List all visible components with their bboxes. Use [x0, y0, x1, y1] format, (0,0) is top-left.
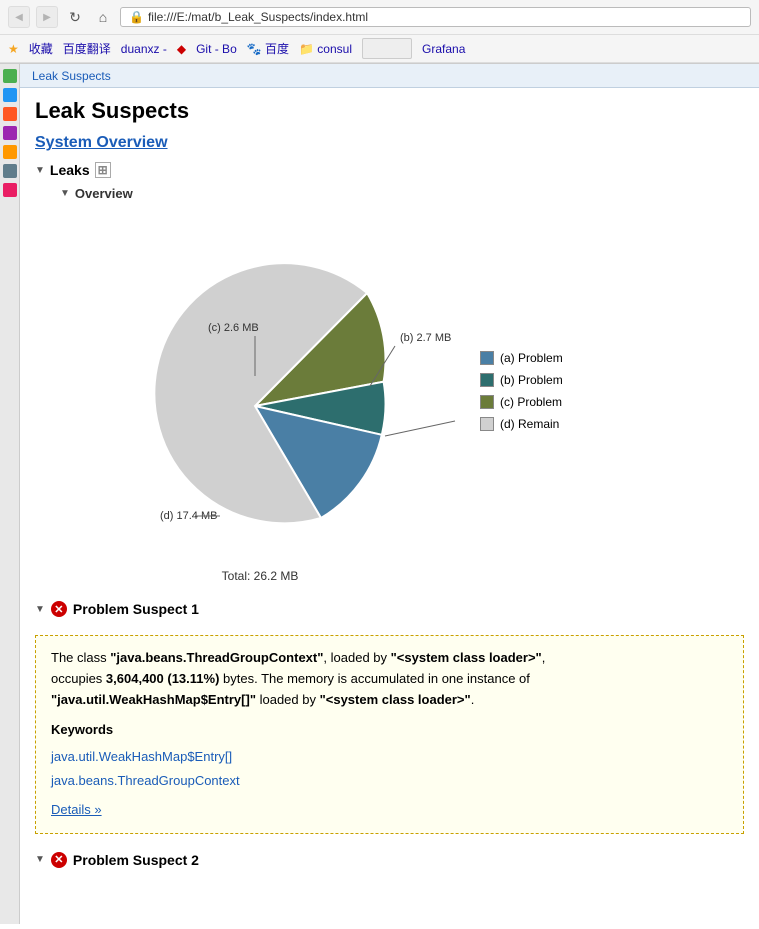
- leaks-icon: ⊞: [95, 162, 111, 178]
- legend-label-b: (b) Problem: [500, 373, 563, 387]
- bookmark-favorites[interactable]: 收藏: [29, 40, 53, 57]
- problem1-warning-box: The class "java.beans.ThreadGroupContext…: [35, 635, 744, 834]
- browser-toolbar: ◀ ▶ ↻ ⌂ 🔒 file:///E:/mat/b_Leak_Suspects…: [0, 0, 759, 35]
- bookmark-consul[interactable]: 📁 consul: [299, 42, 352, 56]
- overview-label: Overview: [75, 186, 133, 201]
- problem1-pre: The class: [51, 650, 110, 665]
- problem1-loaded-pre: , loaded by: [323, 650, 390, 665]
- bookmark-git[interactable]: ◆: [177, 42, 186, 56]
- pie-chart-wrapper: (c) 2.6 MB (b) 2.7 MB (a) 3.4 MB: [60, 221, 460, 561]
- legend-label-c: (c) Problem: [500, 395, 562, 409]
- sidebar-icon-3: [3, 107, 17, 121]
- problem2-error-icon: ✕: [51, 852, 67, 868]
- overview-header[interactable]: ▼ Overview: [60, 186, 729, 201]
- leaks-section: ▼ Leaks ⊞ ▼ Overview: [20, 157, 759, 586]
- legend-color-a: [480, 351, 494, 365]
- bookmark-translate[interactable]: 百度翻译: [63, 40, 111, 57]
- problem1-loader2: "<system class loader>": [320, 692, 471, 707]
- overview-section: ▼ Overview: [35, 186, 744, 581]
- legend-item-d: (d) Remain: [480, 417, 563, 431]
- address-bar[interactable]: 🔒 file:///E:/mat/b_Leak_Suspects/index.h…: [120, 7, 751, 27]
- pie-chart-svg: (c) 2.6 MB (b) 2.7 MB (a) 3.4 MB: [60, 221, 460, 561]
- problem1-keywords-section: Keywords java.util.WeakHashMap$Entry[] j…: [51, 720, 728, 792]
- home-button[interactable]: ⌂: [92, 6, 114, 28]
- bookmark-star-icon: ★: [8, 42, 19, 56]
- bookmark-duanxz[interactable]: duanxz -: [121, 42, 167, 56]
- page-header: Leak Suspects System Overview: [20, 88, 759, 157]
- keyword-weakhashmapentry[interactable]: java.util.WeakHashMap$Entry[]: [51, 745, 728, 768]
- page-title: Leak Suspects: [35, 98, 744, 124]
- problem1-occupies-pre: occupies: [51, 671, 106, 686]
- bookmarks-bar: ★ 收藏 百度翻译 duanxz - ◆ Git - Bo 🐾 百度 📁 con…: [0, 35, 759, 63]
- bookmark-grafana[interactable]: Grafana: [422, 42, 465, 56]
- legend-label-a: (a) Problem: [500, 351, 563, 365]
- problem-suspect-1-section: ▼ ✕ Problem Suspect 1: [20, 591, 759, 627]
- legend-item-b: (b) Problem: [480, 373, 563, 387]
- problem1-comma: ,: [542, 650, 546, 665]
- problem1-loaded2: loaded by: [256, 692, 320, 707]
- bookmark-empty[interactable]: [362, 38, 412, 59]
- keywords-title: Keywords: [51, 720, 728, 741]
- legend-color-b: [480, 373, 494, 387]
- problem2-collapse-arrow: ▼: [35, 854, 45, 865]
- problem-suspect-1-header[interactable]: ▼ ✕ Problem Suspect 1: [35, 596, 744, 622]
- main-content: Leak Suspects Leak Suspects System Overv…: [20, 64, 759, 924]
- chart-container: (c) 2.6 MB (b) 2.7 MB (a) 3.4 MB: [60, 211, 729, 571]
- problem-suspect-2-header[interactable]: ▼ ✕ Problem Suspect 2: [35, 847, 744, 873]
- back-button[interactable]: ◀: [8, 6, 30, 28]
- bookmark-baidu[interactable]: 🐾 百度: [247, 40, 289, 57]
- browser-chrome: ◀ ▶ ↻ ⌂ 🔒 file:///E:/mat/b_Leak_Suspects…: [0, 0, 759, 64]
- sidebar-icon-1: [3, 69, 17, 83]
- page-layout: Leak Suspects Leak Suspects System Overv…: [0, 64, 759, 924]
- sidebar-icon-4: [3, 126, 17, 140]
- bookmark-git-label[interactable]: Git - Bo: [196, 42, 237, 56]
- sidebar-icon-5: [3, 145, 17, 159]
- problem1-label: Problem Suspect 1: [73, 601, 199, 617]
- sidebar-icon-6: [3, 164, 17, 178]
- left-sidebar: [0, 64, 20, 924]
- problem1-collapse-arrow: ▼: [35, 604, 45, 615]
- leaks-label: Leaks: [50, 162, 90, 178]
- shield-icon: 🔒: [129, 10, 144, 24]
- chart-legend: (a) Problem (b) Problem (c) Problem: [480, 351, 563, 431]
- problem2-label: Problem Suspect 2: [73, 852, 199, 868]
- legend-item-c: (c) Problem: [480, 395, 563, 409]
- system-overview-link[interactable]: System Overview: [35, 134, 168, 151]
- problem1-error-icon: ✕: [51, 601, 67, 617]
- refresh-button[interactable]: ↻: [64, 6, 86, 28]
- sidebar-icon-7: [3, 183, 17, 197]
- chart-total: Total: 26.2 MB: [60, 569, 460, 583]
- sidebar-icon-2: [3, 88, 17, 102]
- problem1-instance: "java.util.WeakHashMap$Entry[]": [51, 692, 256, 707]
- label-b: (b) 2.7 MB: [400, 332, 451, 344]
- leaks-collapse-arrow: ▼: [35, 165, 45, 176]
- address-text: file:///E:/mat/b_Leak_Suspects/index.htm…: [148, 10, 368, 24]
- problem1-end: .: [471, 692, 475, 707]
- pie-slices: [154, 263, 385, 523]
- problem1-description: The class "java.beans.ThreadGroupContext…: [51, 648, 728, 710]
- legend-color-c: [480, 395, 494, 409]
- breadcrumb-link[interactable]: Leak Suspects: [32, 69, 111, 83]
- problem1-details-link[interactable]: Details »: [51, 800, 102, 821]
- leaks-section-header[interactable]: ▼ Leaks ⊞: [35, 162, 744, 178]
- label-c: (c) 2.6 MB: [208, 322, 259, 334]
- legend-item-a: (a) Problem: [480, 351, 563, 365]
- problem-suspect-2-section: ▼ ✕ Problem Suspect 2: [20, 842, 759, 878]
- forward-button[interactable]: ▶: [36, 6, 58, 28]
- line-a: [385, 421, 455, 436]
- legend-color-d: [480, 417, 494, 431]
- keyword-threadgroupcontext[interactable]: java.beans.ThreadGroupContext: [51, 769, 728, 792]
- problem1-loader: "<system class loader>": [391, 650, 542, 665]
- breadcrumb: Leak Suspects: [20, 64, 759, 88]
- legend-label-d: (d) Remain: [500, 417, 559, 431]
- problem1-size: 3,604,400 (13.11%): [106, 671, 219, 686]
- problem1-post: bytes. The memory is accumulated in one …: [219, 671, 529, 686]
- overview-collapse-arrow: ▼: [60, 188, 70, 199]
- problem1-classname: "java.beans.ThreadGroupContext": [110, 650, 323, 665]
